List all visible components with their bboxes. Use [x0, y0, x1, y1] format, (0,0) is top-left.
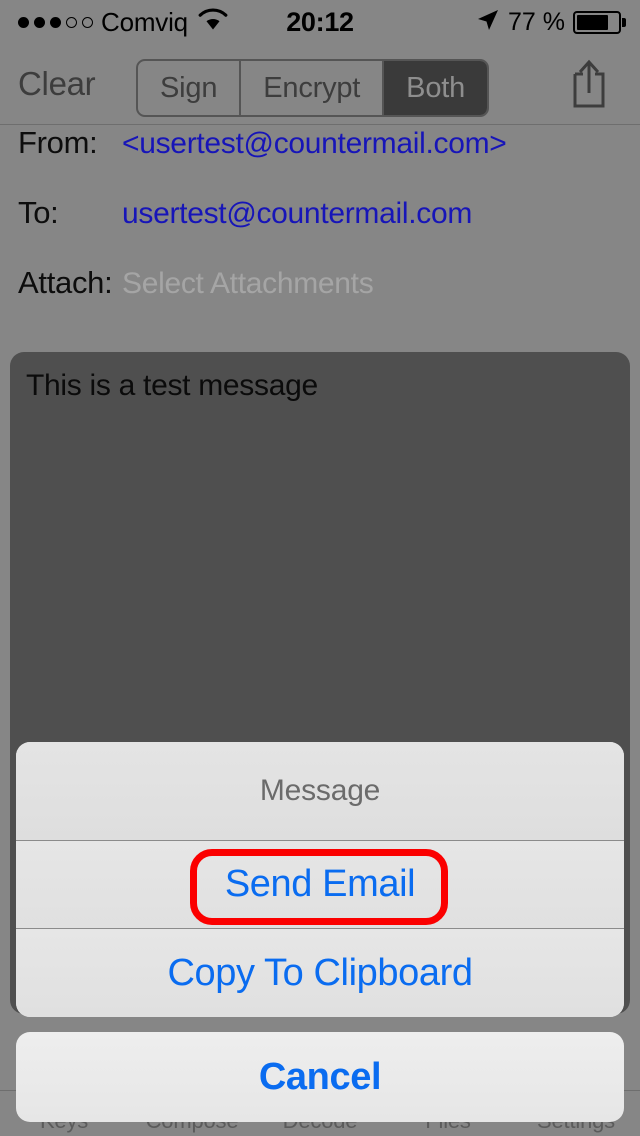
compose-form: From: <usertest@countermail.com> To: use… [0, 125, 640, 335]
mode-segmented-control[interactable]: Sign Encrypt Both [136, 59, 490, 117]
top-toolbar: Clear Sign Encrypt Both [0, 44, 640, 125]
segment-encrypt[interactable]: Encrypt [241, 61, 385, 115]
attach-label: Attach: [18, 265, 113, 300]
app-screen: Comviq 20:12 77 % Clear Sign Encrypt Bot… [0, 0, 640, 1136]
to-label: To: [18, 195, 59, 230]
battery-percent-label: 77 % [508, 7, 565, 36]
send-email-label: Send Email [224, 863, 416, 905]
status-bar: Comviq 20:12 77 % [0, 0, 640, 44]
message-body-text: This is a test message [26, 369, 318, 402]
copy-to-clipboard-button[interactable]: Copy To Clipboard [16, 929, 624, 1017]
from-field-row[interactable]: From: <usertest@countermail.com> [0, 125, 640, 195]
action-sheet-title: Message [259, 774, 381, 807]
segment-sign[interactable]: Sign [138, 61, 242, 115]
status-bar-right: 77 % [476, 0, 626, 44]
action-sheet: Message Send Email Copy To Clipboard [16, 742, 624, 1017]
attach-value[interactable]: Select Attachments [122, 267, 374, 301]
from-label: From: [18, 125, 98, 160]
attach-field-row[interactable]: Attach: Select Attachments [0, 265, 640, 335]
share-icon[interactable] [566, 58, 612, 110]
copy-to-clipboard-label: Copy To Clipboard [167, 951, 473, 994]
to-value[interactable]: usertest@countermail.com [122, 197, 472, 231]
battery-icon [573, 10, 626, 34]
location-arrow-icon [476, 8, 500, 37]
segment-both[interactable]: Both [384, 61, 488, 115]
cancel-label: Cancel [258, 1055, 382, 1098]
action-sheet-title-row: Message [16, 742, 624, 841]
to-field-row[interactable]: To: usertest@countermail.com [0, 195, 640, 265]
send-email-button[interactable]: Send Email [16, 841, 624, 929]
from-value[interactable]: <usertest@countermail.com> [122, 127, 507, 161]
clock-label: 20:12 [286, 6, 354, 37]
clear-button[interactable]: Clear [18, 65, 96, 103]
cancel-button[interactable]: Cancel [16, 1032, 624, 1122]
